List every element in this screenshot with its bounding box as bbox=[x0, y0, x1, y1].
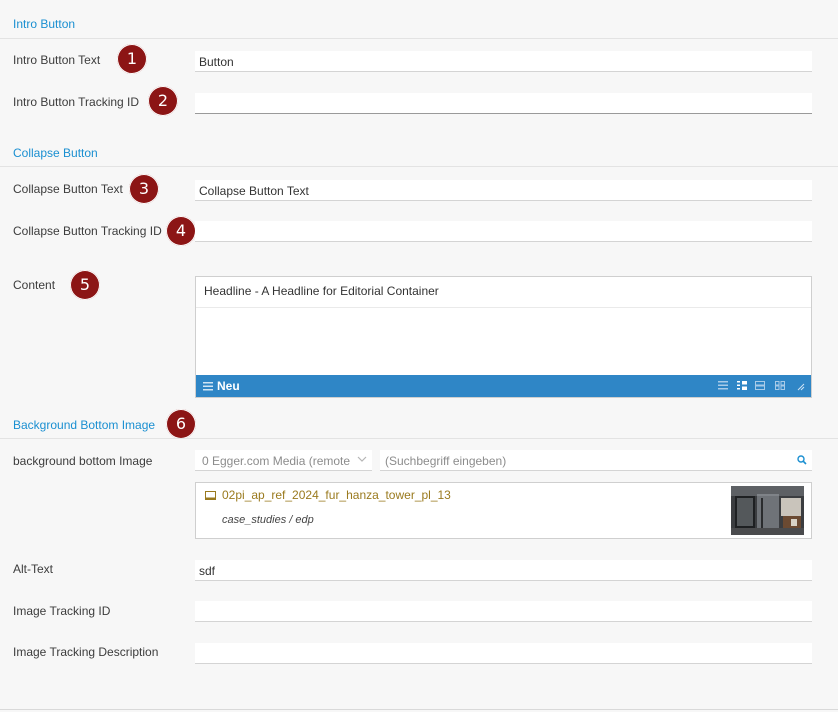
detail-view-icon[interactable] bbox=[737, 381, 747, 390]
media-search-input[interactable]: (Suchbegriff eingeben) bbox=[380, 450, 812, 471]
media-source-select[interactable]: 0 Egger.com Media (remote bbox=[195, 450, 372, 471]
asset-path: case_studies / edp bbox=[222, 514, 314, 526]
annotation-badge-1: 1 bbox=[117, 44, 147, 74]
resize-handle-icon[interactable] bbox=[797, 383, 805, 391]
list-add-icon bbox=[203, 382, 213, 391]
content-editor-item[interactable]: Headline - A Headline for Editorial Cont… bbox=[204, 284, 439, 298]
grid-view-icon[interactable] bbox=[775, 381, 785, 390]
image-file-icon bbox=[205, 491, 216, 500]
image-tracking-description-input[interactable] bbox=[195, 643, 812, 664]
list-view-icon[interactable] bbox=[718, 381, 728, 390]
annotation-badge-6: 6 bbox=[166, 409, 196, 439]
content-editor[interactable]: Headline - A Headline for Editorial Cont… bbox=[195, 276, 812, 398]
annotation-badge-5: 5 bbox=[70, 270, 100, 300]
asset-thumbnail bbox=[731, 486, 804, 535]
new-button-label: Neu bbox=[217, 379, 240, 393]
editor-toolbar: Neu bbox=[196, 375, 811, 397]
collapse-button-text-label: Collapse Button Text bbox=[13, 182, 123, 196]
intro-button-tracking-label: Intro Button Tracking ID bbox=[13, 95, 140, 109]
intro-button-tracking-input[interactable] bbox=[195, 93, 812, 114]
collapse-button-text-input[interactable]: Collapse Button Text bbox=[195, 180, 812, 201]
section-divider bbox=[0, 166, 838, 167]
section-title-intro: Intro Button bbox=[13, 17, 76, 31]
collapse-button-tracking-input[interactable] bbox=[195, 221, 812, 242]
content-label: Content bbox=[13, 278, 56, 292]
intro-button-text-label: Intro Button Text bbox=[13, 53, 101, 67]
annotation-badge-3: 3 bbox=[129, 174, 159, 204]
bottom-divider bbox=[0, 709, 838, 710]
card-view-icon[interactable] bbox=[755, 381, 765, 390]
section-divider bbox=[0, 438, 838, 439]
image-tracking-id-input[interactable] bbox=[195, 601, 812, 622]
background-image-label: background bottom Image bbox=[13, 454, 153, 468]
collapse-button-tracking-label: Collapse Button Tracking ID bbox=[13, 224, 162, 238]
alt-text-input[interactable]: sdf bbox=[195, 560, 812, 581]
media-source-value: 0 Egger.com Media (remote bbox=[202, 454, 351, 468]
section-title-collapse: Collapse Button bbox=[13, 146, 98, 160]
media-search-placeholder: (Suchbegriff eingeben) bbox=[385, 454, 507, 468]
annotation-badge-4: 4 bbox=[166, 216, 196, 246]
intro-button-text-input[interactable]: Button bbox=[195, 51, 812, 72]
section-divider bbox=[0, 38, 838, 39]
new-button[interactable]: Neu bbox=[203, 379, 240, 393]
editor-separator bbox=[196, 307, 811, 308]
section-title-background: Background Bottom Image bbox=[13, 418, 156, 432]
asset-title-link[interactable]: 02pi_ap_ref_2024_fur_hanza_tower_pl_13 bbox=[222, 488, 451, 502]
annotation-badge-2: 2 bbox=[148, 86, 178, 116]
selected-asset-card[interactable]: 02pi_ap_ref_2024_fur_hanza_tower_pl_13 c… bbox=[195, 482, 812, 539]
alt-text-label: Alt-Text bbox=[13, 562, 54, 576]
image-tracking-id-label: Image Tracking ID bbox=[13, 604, 111, 618]
chevron-down-icon bbox=[357, 456, 367, 462]
image-tracking-description-label: Image Tracking Description bbox=[13, 645, 159, 659]
search-icon[interactable] bbox=[797, 455, 807, 465]
